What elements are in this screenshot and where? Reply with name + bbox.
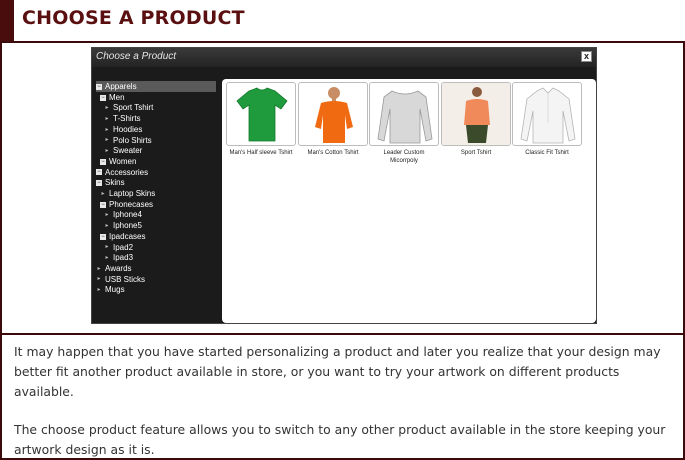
tree-item[interactable]: − Phonecases <box>100 199 153 210</box>
tree-item-label: Sport Tshirt <box>113 103 154 113</box>
bullet-arrow-icon: ▸ <box>105 148 109 155</box>
tree-item-label: Phonecases <box>109 199 154 209</box>
header-accent-bar <box>0 0 14 42</box>
tree-item[interactable]: ▸ Ipad3 <box>104 252 133 263</box>
collapse-toggle-icon[interactable]: − <box>100 233 106 240</box>
product-card[interactable]: Classic Fit Tshirt <box>512 82 582 157</box>
collapse-toggle-icon[interactable]: − <box>96 169 102 176</box>
collapse-toggle-icon[interactable]: − <box>100 158 106 165</box>
page-title: CHOOSE A PRODUCT <box>22 7 245 29</box>
bullet-arrow-icon: ▸ <box>105 255 109 262</box>
description-paragraph-2: The choose product feature allows you to… <box>14 422 666 457</box>
tree-item-label: Accessories <box>105 167 149 177</box>
tree-item[interactable]: ▸ Mugs <box>96 284 125 295</box>
tree-item[interactable]: ▸ Laptop Skins <box>100 188 155 199</box>
tree-item[interactable]: ▸ Awards <box>96 263 132 274</box>
bullet-arrow-icon: ▸ <box>105 115 109 122</box>
tree-item-label: Ipad3 <box>113 253 134 263</box>
bullet-arrow-icon: ▸ <box>97 287 101 294</box>
tree-item[interactable]: ▸ Sport Tshirt <box>104 102 153 113</box>
collapse-toggle-icon[interactable]: − <box>96 83 102 90</box>
tree-item[interactable]: ▸ Polo Shirts <box>104 135 152 146</box>
tree-item-label: Ipadcases <box>109 231 146 241</box>
tree-item[interactable]: ▸ Sweater <box>104 145 142 156</box>
tree-item-label: Laptop Skins <box>109 189 156 198</box>
product-name: Sport Tshirt <box>460 150 492 156</box>
tree-item-label: Awards <box>105 263 132 273</box>
tree-item-label: Sweater <box>113 146 143 156</box>
tree-item-label: Iphone4 <box>113 210 142 220</box>
page-header: CHOOSE A PRODUCT <box>0 0 685 42</box>
bullet-arrow-icon: ▸ <box>105 126 109 133</box>
tree-item[interactable]: − Apparels <box>96 81 216 92</box>
bullet-arrow-icon: ▸ <box>105 222 109 229</box>
product-name: Man's Cotton Tshirt <box>307 150 359 156</box>
dialog-title: Choose a Product <box>96 51 177 62</box>
product-card[interactable]: Man's Half sleeve Tshirt <box>226 82 296 157</box>
tree-item[interactable]: ▸ USB Sticks <box>96 274 145 285</box>
product-card[interactable]: Sport Tshirt <box>441 82 511 157</box>
description-paragraph-1: It may happen that you have started pers… <box>14 344 661 399</box>
product-name: Man's Half sleeve Tshirt <box>229 150 293 156</box>
tree-item-label: Hoodies <box>113 124 143 134</box>
choose-product-dialog: Choose a Product x − Apparels − Men ▸ Sport T… <box>91 47 597 324</box>
tree-item[interactable]: − Ipadcases <box>100 231 145 242</box>
bullet-arrow-icon: ▸ <box>105 137 109 144</box>
tree-item-label: Ipad2 <box>113 242 134 252</box>
product-image[interactable] <box>369 82 439 146</box>
tree-item-label: USB Sticks <box>105 274 146 284</box>
bullet-arrow-icon: ▸ <box>101 190 105 197</box>
tree-item[interactable]: ▸ Hoodies <box>104 124 142 135</box>
tree-item-label: Skins <box>105 178 125 188</box>
product-name: Classic Fit Tshirt <box>525 150 569 156</box>
product-name: Leader Custom Micorrpoly <box>383 150 425 164</box>
dialog-titlebar: Choose a Product x <box>92 48 596 67</box>
product-image[interactable] <box>298 82 368 146</box>
tree-item-label: Apparels <box>105 82 137 91</box>
tree-item-label: Men <box>109 92 125 102</box>
tree-item[interactable]: ▸ T-Shirts <box>104 113 141 124</box>
description-section: It may happen that you have started pers… <box>14 342 674 460</box>
tree-item-label: Women <box>109 156 137 166</box>
tree-item-label: Mugs <box>105 285 125 295</box>
tree-item[interactable]: − Men <box>100 92 125 103</box>
collapse-toggle-icon[interactable]: − <box>100 201 106 208</box>
tree-item[interactable]: − Skins <box>96 177 125 188</box>
bullet-arrow-icon: ▸ <box>105 105 109 112</box>
collapse-toggle-icon[interactable]: − <box>100 94 106 101</box>
tree-item-label: Iphone5 <box>113 221 142 231</box>
product-panel: Man's Half sleeve Tshirt Man's Cotton Tsh… <box>222 79 596 323</box>
collapse-toggle-icon[interactable]: − <box>96 180 102 187</box>
tree-item[interactable]: − Accessories <box>96 167 148 178</box>
product-image[interactable] <box>226 82 296 146</box>
close-button[interactable]: x <box>581 51 592 62</box>
product-image[interactable] <box>441 82 511 146</box>
bullet-arrow-icon: ▸ <box>105 212 109 219</box>
product-image[interactable] <box>512 82 582 146</box>
tree-item[interactable]: − Women <box>100 156 136 167</box>
category-tree: − Apparels − Men ▸ Sport Tshirt ▸ T-Shirts ▸ Hood… <box>96 81 220 321</box>
tree-item-label: T-Shirts <box>113 114 141 124</box>
page: CHOOSE A PRODUCT Choose a Product x − App… <box>0 0 685 460</box>
tree-item[interactable]: ▸ Iphone5 <box>104 220 142 231</box>
bullet-arrow-icon: ▸ <box>97 276 101 283</box>
tree-item[interactable]: ▸ Ipad2 <box>104 242 133 253</box>
bullet-arrow-icon: ▸ <box>97 265 101 272</box>
frame-divider <box>0 333 685 335</box>
product-card[interactable]: Leader Custom Micorrpoly <box>369 82 439 165</box>
tree-item-label: Polo Shirts <box>113 135 152 145</box>
product-card[interactable]: Man's Cotton Tshirt <box>298 82 368 157</box>
bullet-arrow-icon: ▸ <box>105 244 109 251</box>
tree-item[interactable]: ▸ Iphone4 <box>104 209 142 220</box>
